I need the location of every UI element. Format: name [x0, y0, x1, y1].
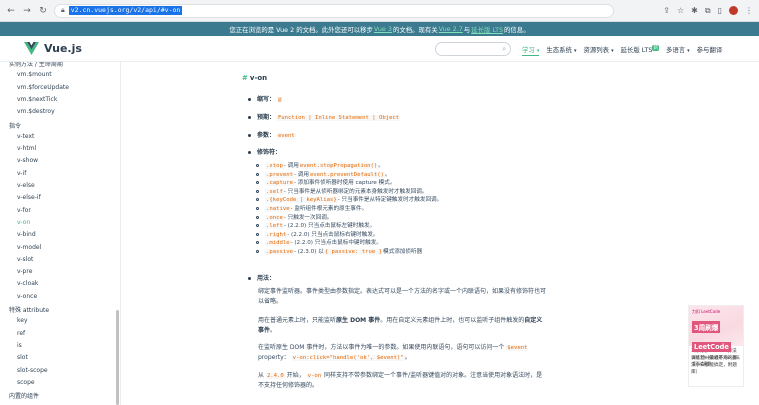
- puzzle-icon[interactable]: ⧉: [705, 6, 711, 16]
- vue-logo-icon: [24, 42, 39, 55]
- banner-text: 您正在浏览的是 Vue 2 的文档。此外您还可以移步: [229, 25, 373, 34]
- sidebar-item[interactable]: scope: [17, 379, 35, 386]
- sidebar-item[interactable]: v-else: [17, 182, 35, 189]
- arg-row: 参数： event: [248, 130, 296, 139]
- sidebar-item[interactable]: slot: [17, 354, 28, 361]
- nav-ecosystem[interactable]: 生态系统 ▾: [546, 45, 576, 56]
- sidebar-item[interactable]: v-if: [17, 170, 26, 177]
- nav-language[interactable]: 多语言 ▾: [666, 45, 690, 56]
- sidebar-item[interactable]: 内置的组件: [9, 391, 39, 400]
- sidebar-item[interactable]: v-show: [17, 157, 38, 164]
- sidebar-item[interactable]: v-pre: [17, 268, 32, 275]
- sidebar: 实例方法 / 生命周期 vm.$mount vm.$forceUpdate vm.$n…: [0, 62, 121, 405]
- sidebar-item[interactable]: vm.$nextTick: [17, 96, 57, 103]
- banner-link-vue3[interactable]: Vue 3: [374, 25, 392, 33]
- modifier-item: .right- (2.2.0) 只当点击鼠标右键时触发。: [256, 230, 379, 238]
- forward-icon[interactable]: →: [22, 6, 32, 16]
- usage-paragraph-3: 在监听原生 DOM 事件时，方法以事件为唯一的参数。如果使用内联语句，语句可以访…: [258, 344, 529, 361]
- abbr-row: 缩写： @: [248, 94, 283, 103]
- sidebar-item[interactable]: 实例方法 / 生命周期: [9, 62, 63, 68]
- share-icon[interactable]: ⇪: [663, 6, 670, 15]
- banner-text-suffix: 的信息。: [504, 25, 530, 34]
- anchor-hash[interactable]: #: [242, 74, 248, 82]
- modifier-item: .once- 只触发一次回调。: [256, 213, 332, 221]
- sidebar-item[interactable]: key: [17, 317, 28, 324]
- sidebar-item[interactable]: vm.$destroy: [17, 108, 55, 115]
- usage-paragraph-4: 从 2.4.0 开始， v-on 同样支持不带参数绑定一个事件/监听器键值对的对…: [258, 372, 543, 389]
- modifier-item: .stop- 调用event.stopPropagation()。: [256, 161, 384, 169]
- sidebar-item[interactable]: v-on: [17, 219, 30, 226]
- sidebar-item[interactable]: v-once: [17, 293, 37, 300]
- banner-link-lts[interactable]: 延长版 LTS: [471, 25, 503, 34]
- modifiers-row: 修饰符：: [248, 147, 281, 156]
- modifier-item: .self- 只当事件是从侦听器绑定的元素本身触发时才触发回调。: [256, 187, 428, 195]
- sidebar-item[interactable]: v-cloak: [17, 280, 38, 287]
- sidebar-item[interactable]: ref: [17, 330, 25, 337]
- sidebar-item[interactable]: v-html: [17, 145, 36, 152]
- sidebar-item[interactable]: 特殊 attribute: [9, 305, 49, 314]
- page-title: # v-on: [242, 74, 268, 82]
- banner-text-and: 与: [463, 25, 471, 34]
- bookmark-star-icon[interactable]: ☆: [677, 6, 684, 15]
- modifier-item: .left- (2.2.0) 只当点击鼠标左键时触发。: [256, 221, 375, 230]
- sidebar-item[interactable]: v-slot: [17, 256, 33, 263]
- sidebar-item[interactable]: v-for: [17, 207, 31, 214]
- back-icon[interactable]: ←: [6, 6, 16, 16]
- sidebar-item[interactable]: vm.$mount: [17, 71, 52, 78]
- sidebar-item[interactable]: v-text: [17, 133, 34, 140]
- version-banner: 您正在浏览的是 Vue 2 的文档。此外您还可以移步 Vue 3 的文档。现有关…: [0, 22, 759, 36]
- browser-toolbar: ← → ↻ 🔒︎ v2.cn.vuejs.org/v2/api/#v-on ⇪ …: [0, 0, 759, 22]
- sidebar-item[interactable]: is: [17, 342, 22, 349]
- menu-kebab-icon[interactable]: ⋮: [745, 6, 753, 15]
- url-text: v2.cn.vuejs.org/v2/api/#v-on: [68, 6, 183, 15]
- ad-title-1: 3周刷爆: [692, 321, 721, 333]
- ad-tag: 力扣 LeetCode: [692, 309, 721, 314]
- nav-learn[interactable]: 学习 ▾: [522, 45, 540, 56]
- sidebar-scrollbar[interactable]: [116, 310, 119, 405]
- banner-link-vue27[interactable]: Vue 2.7: [439, 25, 463, 33]
- sidebar-item[interactable]: v-model: [17, 244, 41, 251]
- profile-avatar[interactable]: [729, 6, 738, 15]
- ad-title-2: LeetCode: [692, 342, 731, 352]
- banner-text-mid: 的文档。现有关: [392, 25, 438, 34]
- extension-icon[interactable]: ✱: [691, 6, 698, 15]
- sidebar-item[interactable]: 指令: [9, 121, 21, 130]
- site-header: Vue.js ⌕ 学习 ▾ 生态系统 ▾ 资源列表 ▾ 延长版 LTS新 多语言…: [0, 36, 759, 62]
- ad-image: 力扣 LeetCode 3周刷爆 LeetCode 算法大神带你精刷 100 道…: [689, 306, 743, 366]
- nav-lts[interactable]: 延长版 LTS新: [621, 45, 659, 56]
- modifier-item: .prevent- 调用event.preventDefault()。: [256, 170, 391, 178]
- address-bar[interactable]: 🔒︎ v2.cn.vuejs.org/v2/api/#v-on: [54, 3, 614, 18]
- brand-name: Vue.js: [44, 42, 82, 55]
- new-badge: 新: [652, 45, 659, 51]
- search-input[interactable]: ⌕: [435, 42, 511, 56]
- expect-row: 预期： Function | Inline Statement | Object: [248, 112, 401, 121]
- sidebar-item[interactable]: v-bind: [17, 231, 36, 238]
- modifier-item: .native- 监听组件根元素的原生事件。: [256, 204, 367, 212]
- vue-logo[interactable]: Vue.js: [24, 42, 82, 55]
- usage-paragraph-2: 用在普通元素上时，只能监听原生 DOM 事件。用在自定义元素组件上时，也可以监听…: [258, 317, 543, 334]
- modifier-item: .passive- (2.3.0) 以{ passive: true }模式添加…: [256, 247, 422, 255]
- usage-paragraph-1: 绑定事件监听器。事件类型由参数指定。表达式可以是一个方法的名字或一个内联语句，如…: [258, 288, 547, 305]
- top-nav: 学习 ▾ 生态系统 ▾ 资源列表 ▾ 延长版 LTS新 多语言 ▾ 参与翻译: [522, 45, 722, 56]
- modifier-item: .capture- 添加事件侦听器时使用 capture 模式。: [256, 178, 395, 187]
- sidebar-item[interactable]: v-else-if: [17, 194, 41, 201]
- reload-icon[interactable]: ↻: [38, 6, 48, 16]
- nav-translate[interactable]: 参与翻译: [697, 45, 723, 56]
- sidebar-item[interactable]: vm.$forceUpdate: [17, 84, 69, 91]
- usage-row: 用法：: [248, 273, 275, 282]
- search-icon: ⌕: [502, 44, 506, 53]
- sidebar-icon[interactable]: ▯: [718, 6, 722, 15]
- lock-icon: 🔒︎: [61, 6, 65, 14]
- modifier-item: .middle- (2.2.0) 只当点击鼠标中键时触发。: [256, 238, 382, 247]
- nav-resources[interactable]: 资源列表 ▾: [583, 45, 613, 56]
- ad-subtitle: 算法大神带你精刷 100 道高频面试真题: [692, 355, 740, 366]
- sponsor-ad[interactable]: 力扣 LeetCode 3周刷爆 LeetCode 算法大神带你精刷 100 道…: [688, 305, 744, 387]
- sidebar-item[interactable]: slot-scope: [17, 367, 48, 374]
- modifier-item: .{keyCode | keyAlias}- 只当事件是从特定键触发时才触发回调…: [256, 195, 442, 204]
